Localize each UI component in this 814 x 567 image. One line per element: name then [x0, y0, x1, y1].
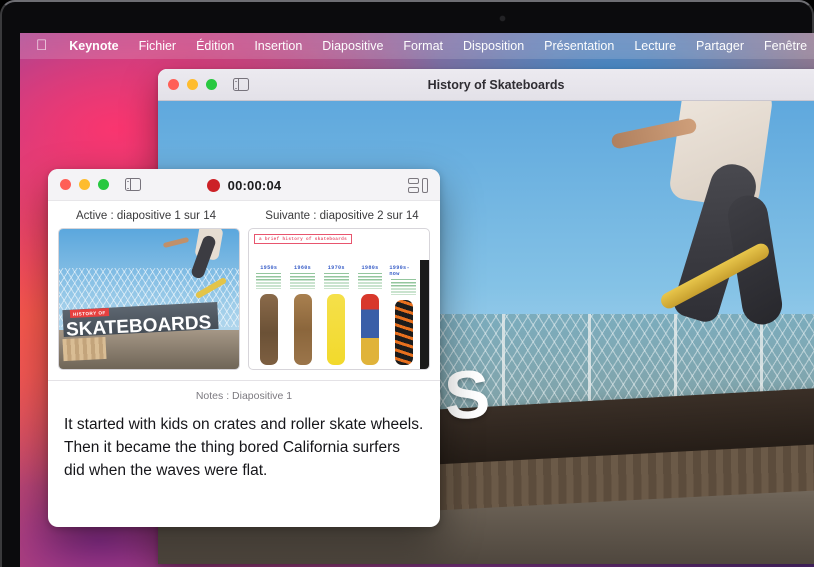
presenter-sidebar-toggle-icon[interactable]: [125, 177, 141, 192]
timeline-caption-lines: [391, 279, 417, 296]
menu-item-fenetre[interactable]: Fenêtre: [754, 39, 814, 53]
notes-text[interactable]: It started with kids on crates and rolle…: [48, 402, 440, 483]
slide-labels-row: Active : diapositive 1 sur 14 Suivante :…: [48, 201, 440, 228]
timeline-board-image: [327, 294, 346, 365]
timeline-caption-lines: [357, 273, 383, 290]
main-window-title: History of Skateboards: [427, 77, 565, 92]
laptop-screen-frame:  Keynote Fichier Édition Insertion Diap…: [0, 0, 814, 567]
timeline-caption-lines: [256, 273, 282, 290]
menu-item-edition[interactable]: Édition: [186, 39, 244, 53]
timeline-caption-lines: [323, 273, 349, 290]
apple-menu-icon[interactable]: : [30, 38, 59, 55]
menu-item-fichier[interactable]: Fichier: [129, 39, 187, 53]
timeline-decade-label: 1980s: [361, 265, 379, 272]
next-slide-label: Suivante : diapositive 2 sur 14: [265, 210, 419, 222]
layout-icon-rect-side: [422, 178, 428, 193]
layout-options-icon[interactable]: [408, 178, 428, 193]
current-slide-thumbnail[interactable]: HISTORY OF SKATEBOARDS: [58, 228, 240, 370]
thumb-eyebrow-text: HISTORY OF: [69, 307, 109, 318]
menu-item-format[interactable]: Format: [393, 39, 453, 53]
next-slide-thumbnail[interactable]: a brief history of skateboards 1950s 196…: [248, 228, 430, 370]
timeline-board-image: [259, 294, 278, 365]
menu-item-insertion[interactable]: Insertion: [244, 39, 312, 53]
main-window-titlebar[interactable]: History of Skateboards: [158, 69, 814, 101]
presenter-display-window: 00:00:04 Active : diapositive 1 sur 14 S…: [48, 169, 440, 527]
menu-item-disposition[interactable]: Disposition: [453, 39, 534, 53]
timeline-board-image: [394, 300, 413, 365]
screen-bezel-top: [0, 0, 814, 33]
timeline-column: 1990s-now: [389, 265, 418, 365]
timeline-title: a brief history of skateboards: [254, 234, 353, 245]
record-indicator-icon: [206, 178, 220, 192]
minimize-button[interactable]: [187, 79, 198, 90]
notes-label: Notes : Diapositive 1: [195, 390, 293, 402]
menu-item-diapositive[interactable]: Diapositive: [312, 39, 393, 53]
timeline-decade-label: 1950s: [260, 265, 278, 272]
timeline-dark-edge: [420, 259, 429, 369]
timeline-decade-label: 1990s-now: [389, 265, 410, 278]
current-slide-label: Active : diapositive 1 sur 14: [76, 210, 216, 222]
close-button[interactable]: [168, 79, 179, 90]
presenter-close-button[interactable]: [60, 179, 71, 190]
timeline-column: 1960s: [288, 265, 317, 365]
timeline-board-image: [293, 294, 312, 365]
menu-item-keynote[interactable]: Keynote: [59, 39, 128, 53]
menu-item-lecture[interactable]: Lecture: [624, 39, 686, 53]
presenter-minimize-button[interactable]: [79, 179, 90, 190]
zoom-button[interactable]: [206, 79, 217, 90]
timeline-decade-label: 1960s: [294, 265, 312, 272]
webcam-icon: [500, 16, 505, 21]
timeline-caption-lines: [290, 273, 315, 290]
presenter-zoom-button[interactable]: [98, 179, 109, 190]
timeline-decade-label: 1970s: [327, 265, 345, 272]
timeline-column: 1970s: [322, 265, 351, 365]
presenter-notes-panel: Notes : Diapositive 1 It started with ki…: [48, 380, 440, 527]
presenter-window-controls[interactable]: [60, 179, 109, 190]
window-controls[interactable]: [168, 79, 217, 90]
photo-skater: [550, 101, 786, 379]
sidebar-toggle-icon[interactable]: [233, 77, 249, 92]
thumb-crate: [62, 337, 107, 362]
presenter-titlebar[interactable]: 00:00:04: [48, 169, 440, 201]
desktop:  Keynote Fichier Édition Insertion Diap…: [20, 33, 814, 567]
screen-bezel-left: [0, 33, 20, 567]
timer-value: 00:00:04: [227, 177, 282, 193]
menu-bar[interactable]:  Keynote Fichier Édition Insertion Diap…: [20, 33, 814, 59]
menu-item-presentation[interactable]: Présentation: [534, 39, 624, 53]
timeline-board-image: [361, 294, 379, 365]
slide-thumbnails-row: HISTORY OF SKATEBOARDS a brief history o…: [48, 228, 440, 380]
layout-icon-rect-bottom: [408, 186, 419, 193]
timeline-column: 1980s: [356, 265, 385, 365]
layout-icon-rect-top: [408, 178, 419, 184]
timeline-columns: 1950s 1960s 1970s 1980s 1990s-now: [254, 265, 418, 365]
timeline-column: 1950s: [254, 265, 283, 365]
menu-item-partager[interactable]: Partager: [686, 39, 754, 53]
